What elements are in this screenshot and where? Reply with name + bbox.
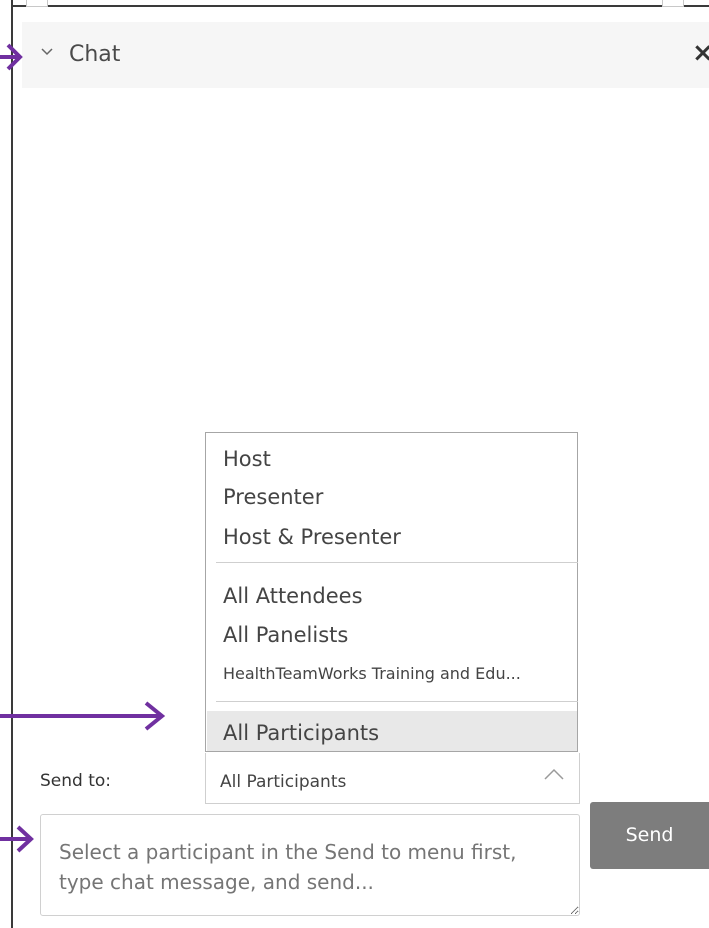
chat-panel-header[interactable] bbox=[22, 22, 709, 88]
menu-item-host[interactable]: Host bbox=[223, 445, 271, 473]
window-border-top bbox=[11, 5, 709, 7]
menu-item-all-attendees[interactable]: All Attendees bbox=[223, 582, 363, 610]
chevron-down-icon[interactable] bbox=[40, 45, 54, 59]
window-corner-left bbox=[26, 0, 48, 7]
menu-item-all-panelists[interactable]: All Panelists bbox=[223, 621, 348, 649]
menu-divider bbox=[216, 562, 578, 563]
annotation-arrow-icon bbox=[0, 701, 166, 731]
close-icon[interactable]: × bbox=[692, 38, 709, 68]
annotation-arrow-icon bbox=[0, 43, 23, 71]
menu-divider bbox=[216, 701, 578, 702]
menu-item-all-participants[interactable]: All Participants bbox=[223, 719, 379, 747]
chat-panel-title: Chat bbox=[69, 42, 121, 67]
send-to-select[interactable]: All Participants bbox=[205, 753, 580, 804]
window-corner-right bbox=[662, 0, 684, 7]
menu-item-presenter[interactable]: Presenter bbox=[223, 483, 323, 511]
annotation-arrow-icon bbox=[0, 825, 34, 853]
send-button[interactable]: Send bbox=[590, 802, 709, 869]
send-to-menu: Host Presenter Host & Presenter All Atte… bbox=[205, 432, 578, 752]
menu-item-host-and-presenter[interactable]: Host & Presenter bbox=[223, 523, 401, 551]
send-to-label: Send to: bbox=[40, 771, 112, 791]
menu-item-training-group[interactable]: HealthTeamWorks Training and Edu... bbox=[223, 660, 521, 688]
send-to-selected-value: All Participants bbox=[220, 772, 347, 792]
chevron-up-icon bbox=[544, 768, 564, 780]
window-border-left bbox=[11, 0, 13, 928]
chat-message-input[interactable] bbox=[40, 814, 580, 916]
